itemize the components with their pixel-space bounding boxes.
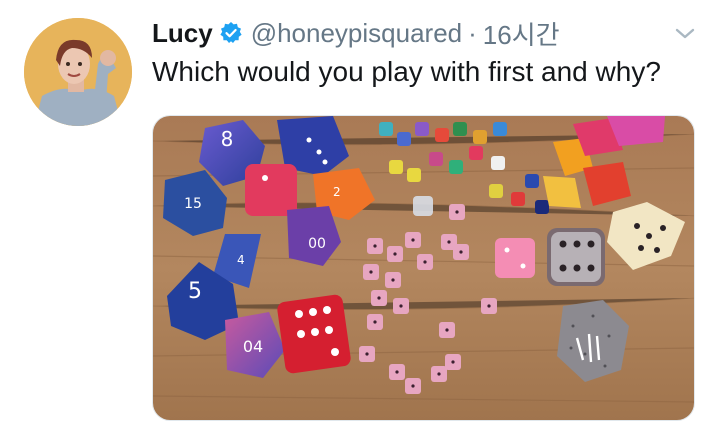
d4-number: 4 <box>237 253 245 267</box>
d20-roll-number: 04 <box>243 337 263 356</box>
tweet-photo[interactable]: 8 2 15 00 4 5 04 <box>152 115 695 421</box>
tweet-header: Lucy @honeypisquared · 16시간 <box>152 14 560 52</box>
tweet-text: Which would you play with first and why? <box>152 56 661 87</box>
separator-dot: · <box>468 17 477 48</box>
verified-badge-icon <box>219 21 243 45</box>
d12-number: 8 <box>221 127 234 151</box>
timestamp[interactable]: 16시간 <box>483 15 560 52</box>
svg-text:2: 2 <box>333 185 341 199</box>
display-name[interactable]: Lucy <box>152 18 213 49</box>
tweet-card[interactable]: Lucy @honeypisquared · 16시간 Which would … <box>0 0 720 439</box>
chevron-down-icon[interactable] <box>672 22 698 44</box>
d20-number: 5 <box>188 279 202 304</box>
d10-blue-number: 15 <box>184 196 202 212</box>
d10-number: 00 <box>308 236 326 252</box>
avatar[interactable] <box>24 18 132 126</box>
user-handle[interactable]: @honeypisquared <box>251 18 462 49</box>
